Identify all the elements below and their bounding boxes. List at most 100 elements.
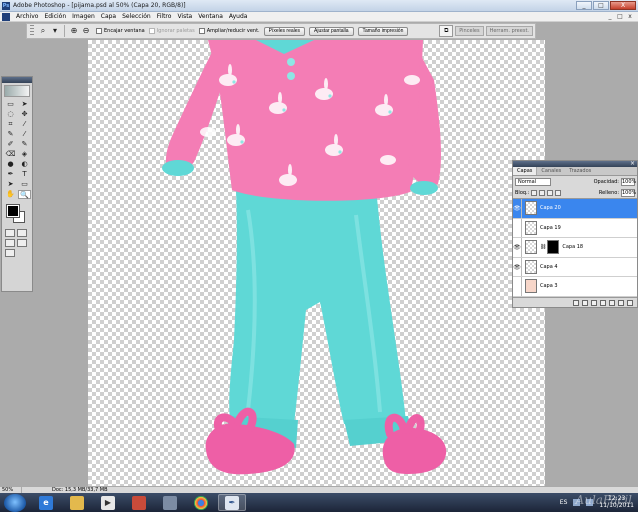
healing-brush-tool-icon[interactable]: ✎ — [4, 130, 17, 139]
fit-window-checkbox[interactable]: Encajar ventana — [96, 28, 145, 34]
foreground-color-swatch[interactable] — [6, 204, 20, 218]
taskbar-chrome[interactable] — [187, 494, 215, 511]
pen-tool-icon[interactable]: ✒ — [4, 170, 17, 179]
document-canvas[interactable] — [88, 40, 545, 486]
tab-tool-presets[interactable]: Herram. preest. — [485, 26, 533, 36]
zoom-tool-icon[interactable]: 🔍 — [18, 190, 31, 199]
close-icon[interactable]: × — [630, 160, 635, 167]
tab-capas[interactable]: Capas — [513, 167, 538, 175]
delete-layer-icon[interactable] — [627, 300, 633, 306]
history-brush-tool-icon[interactable]: ✎ — [18, 140, 31, 149]
tool-preset-dropdown-icon[interactable]: ▾ — [49, 25, 61, 37]
clone-stamp-tool-icon[interactable]: ✐ — [4, 140, 17, 149]
menu-ayuda[interactable]: Ayuda — [226, 13, 251, 20]
tab-brushes[interactable]: Pinceles — [455, 26, 484, 36]
checkbox-box[interactable] — [96, 28, 102, 34]
shape-tool-icon[interactable]: ▭ — [18, 180, 31, 189]
hand-tool-icon[interactable]: ✋ — [4, 190, 17, 199]
start-button[interactable] — [4, 493, 26, 512]
tools-panel-header[interactable] — [2, 77, 32, 83]
menu-vista[interactable]: Vista — [174, 13, 195, 20]
link-layers-icon[interactable] — [573, 300, 579, 306]
taskbar-paint[interactable] — [125, 494, 153, 511]
zoom-out-icon[interactable]: ⊖ — [80, 25, 92, 37]
new-group-icon[interactable] — [609, 300, 615, 306]
brush-tool-icon[interactable]: ⁄ — [18, 130, 31, 139]
lock-all-icon[interactable] — [555, 189, 562, 196]
bridge-icon[interactable]: ⧉ — [439, 25, 454, 37]
ignore-palettes-checkbox[interactable]: Ignorar paletas — [148, 28, 195, 34]
doc-restore-button[interactable]: □ — [616, 13, 624, 20]
zoom-in-icon[interactable]: ⊕ — [68, 25, 80, 37]
layer-row[interactable]: Capa 19 — [513, 218, 637, 238]
mask-link-icon[interactable]: ⛓ — [540, 244, 546, 250]
taskbar-explorer[interactable] — [63, 494, 91, 511]
layer-row[interactable]: 👁 Capa 20 — [513, 199, 637, 219]
lock-transparency-icon[interactable] — [531, 189, 538, 196]
quick-mask-icon[interactable] — [17, 229, 27, 237]
lasso-tool-icon[interactable]: ◌ — [4, 110, 17, 119]
eraser-tool-icon[interactable]: ⌫ — [4, 150, 17, 159]
visibility-eye-icon[interactable]: 👁 — [513, 238, 522, 257]
checkbox-box[interactable] — [148, 28, 155, 34]
tab-trazados[interactable]: Trazados — [565, 167, 595, 175]
menu-capa[interactable]: Capa — [98, 13, 119, 20]
marquee-tool-icon[interactable]: ▭ — [4, 100, 17, 109]
taskbar-photoshop[interactable]: ✒ — [218, 494, 246, 511]
taskbar-app[interactable] — [156, 494, 184, 511]
minimize-button[interactable]: _ — [576, 1, 592, 10]
add-mask-icon[interactable] — [591, 300, 597, 306]
standard-screen-icon[interactable] — [5, 239, 15, 247]
options-grip[interactable] — [30, 25, 34, 37]
doc-close-button[interactable]: x — [626, 13, 634, 20]
blend-mode-select[interactable]: Normal — [515, 177, 551, 186]
taskbar-ie[interactable]: e — [32, 494, 60, 511]
standard-mode-icon[interactable] — [5, 229, 15, 237]
jump-to-imageready-icon[interactable] — [5, 249, 15, 257]
opacity-input[interactable]: 100% — [621, 177, 636, 186]
menu-imagen[interactable]: Imagen — [69, 13, 98, 20]
menu-ventana[interactable]: Ventana — [195, 13, 226, 20]
layer-mask-thumbnail[interactable] — [547, 240, 560, 255]
visibility-eye-icon[interactable]: 👁 — [513, 199, 522, 218]
language-indicator[interactable]: ES — [560, 499, 568, 506]
checkbox-box[interactable] — [198, 28, 205, 34]
menu-archivo[interactable]: Archivo — [13, 13, 41, 20]
actual-pixels-button[interactable]: Píxeles reales — [263, 26, 306, 36]
visibility-eye-icon[interactable] — [513, 218, 522, 237]
crop-tool-icon[interactable]: ⌗ — [4, 120, 17, 129]
taskbar-media[interactable]: ▶ — [94, 494, 122, 511]
menu-filtro[interactable]: Filtro — [154, 13, 175, 20]
magic-wand-tool-icon[interactable]: ✥ — [18, 110, 31, 119]
tab-canales[interactable]: Canales — [537, 167, 565, 175]
maximize-button[interactable]: □ — [593, 1, 609, 10]
visibility-eye-icon[interactable] — [513, 277, 522, 296]
zoom-tool-icon[interactable]: ⌕ — [37, 25, 49, 37]
slice-tool-icon[interactable]: ⁄ — [18, 120, 31, 129]
lock-pixels-icon[interactable] — [539, 189, 546, 196]
menu-seleccion[interactable]: Selección — [119, 13, 154, 20]
new-adjustment-layer-icon[interactable] — [600, 300, 606, 306]
type-tool-icon[interactable]: T — [18, 170, 31, 179]
blur-tool-icon[interactable]: ● — [4, 160, 17, 169]
visibility-eye-icon[interactable]: 👁 — [513, 257, 522, 276]
move-tool-icon[interactable]: ➤ — [18, 100, 31, 109]
path-selection-tool-icon[interactable]: ➤ — [4, 180, 17, 189]
doc-minimize-button[interactable]: _ — [606, 13, 614, 20]
layer-style-icon[interactable] — [582, 300, 588, 306]
layer-row[interactable]: Capa 3 — [513, 277, 637, 297]
layers-panel-header[interactable]: × — [513, 160, 637, 167]
paint-bucket-tool-icon[interactable]: ◈ — [18, 150, 31, 159]
menu-edicion[interactable]: Edición — [41, 13, 69, 20]
dodge-tool-icon[interactable]: ◐ — [18, 160, 31, 169]
layer-row[interactable]: 👁 Capa 4 — [513, 257, 637, 277]
layer-row[interactable]: 👁 ⛓ Capa 18 — [513, 238, 637, 258]
fit-screen-button[interactable]: Ajustar pantalla — [309, 26, 354, 36]
fill-input[interactable]: 100% — [621, 188, 636, 197]
full-screen-menu-icon[interactable] — [17, 239, 27, 247]
new-layer-icon[interactable] — [618, 300, 624, 306]
print-size-button[interactable]: Tamaño impresión — [357, 26, 409, 36]
close-button[interactable]: X — [610, 1, 636, 10]
resize-windows-checkbox[interactable]: Ampliar/reducir vent. — [198, 28, 260, 34]
lock-position-icon[interactable] — [547, 189, 554, 196]
